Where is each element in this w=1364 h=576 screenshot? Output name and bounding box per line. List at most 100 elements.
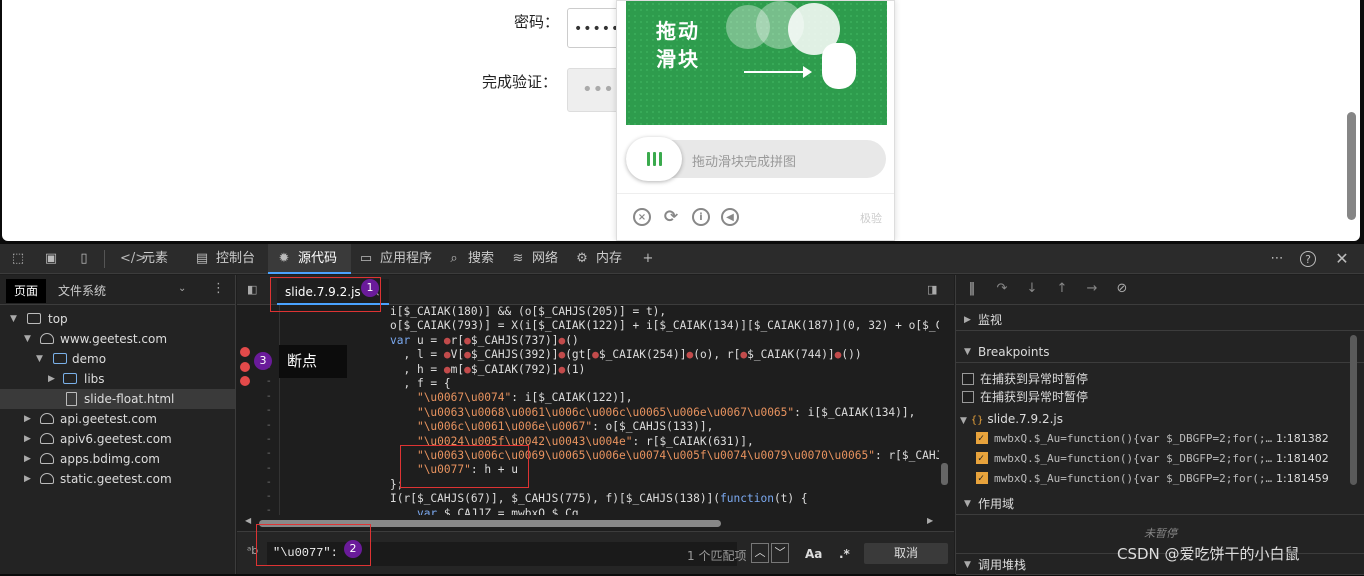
more-icon[interactable]: ⋮	[212, 281, 225, 296]
section-title: 调用堆栈	[978, 558, 1027, 572]
captcha-popup: 拖动 滑块 拖动滑块完成拼图 × ⟳ i ◀ 极验	[616, 0, 895, 241]
captcha-title: 拖动 滑块	[656, 17, 700, 73]
checkbox-label: 在捕获到异常时暂停	[980, 372, 1089, 386]
search-icon: ⌕	[450, 251, 458, 266]
inspect-icon[interactable]: ⬚	[10, 251, 26, 267]
breakpoint-marker[interactable]	[240, 347, 250, 357]
tab-network[interactable]: ≋ 网络	[508, 244, 564, 274]
tab-label: 内存	[596, 251, 623, 266]
annotation-box	[400, 445, 529, 488]
tab-elements[interactable]: </> 元素	[118, 244, 186, 274]
tab-page[interactable]: 页面	[6, 279, 47, 303]
panel-toggle-icon[interactable]: ▯	[76, 251, 92, 267]
help-icon[interactable]: ?	[1300, 251, 1316, 267]
breakpoint-label: 断点	[279, 345, 347, 378]
pause-icon[interactable]: ‖	[964, 281, 980, 297]
tree-item[interactable]: slide-float.html	[0, 389, 235, 409]
console-icon: ▤	[195, 251, 209, 266]
code-line: I(r[$_CAHJS(67)], $_CAHJS(775), f)[$_CAH…	[390, 492, 808, 506]
navigator-toggle-icon[interactable]: ◧	[247, 283, 257, 296]
device-icon[interactable]: ▣	[43, 251, 59, 267]
navigator-panel: 页面 文件系统 ⌄ ⋮ ▼ top ▼ www.geetest.com ▼ demo …	[0, 275, 236, 574]
tab-sources[interactable]: ✹ 源代码	[268, 244, 351, 274]
page-scrollbar[interactable]	[1347, 112, 1356, 220]
chevron-down-icon[interactable]: ⌄	[178, 283, 186, 294]
breakpoint-marker[interactable]	[240, 376, 250, 386]
code-line: "\u0067\u0074": i[$_CAIAK(122)],	[416, 391, 633, 405]
regex-button[interactable]: .*	[839, 547, 850, 561]
file-icon: {}	[970, 415, 984, 426]
slider-knob[interactable]	[626, 137, 682, 181]
match-case-button[interactable]: Aa	[805, 547, 822, 561]
section-breakpoints[interactable]: ▼ Breakpoints	[956, 341, 1364, 363]
password-label: 密码：	[514, 13, 560, 31]
annotation-badge: 3	[254, 352, 272, 370]
match-count: 1 个匹配项	[687, 549, 747, 563]
tree-item[interactable]: ▶ apps.bdimg.com	[0, 449, 235, 469]
code-line: , f = {	[390, 377, 451, 391]
cancel-button[interactable]: 取消	[864, 543, 948, 564]
devtools-toolbar: ⬚ ▣ ▯ </> 元素 ▤ 控制台 ✹ 源代码 ▭ 应用程序 ⌕ 搜索 ≋ 网络 ⚙ 内存 …	[0, 244, 1364, 274]
code-line: o[$_CAIAK(793)] = X(i[$_CAIAK(122)] + i[…	[390, 319, 939, 333]
slider-track[interactable]: 拖动滑块完成拼图	[626, 137, 886, 181]
code-line: , h = ●m[●$_CAIAK(792)]●(1)	[390, 362, 586, 376]
info-icon[interactable]: i	[692, 208, 710, 226]
breakpoint-item[interactable]: mwbxQ.$_Au=function(){var $_DBGFP=2;for(…	[976, 469, 1356, 489]
line-gutter[interactable]: - - - - - - - - - - - -	[237, 305, 277, 530]
tab-label: 应用程序	[380, 251, 433, 266]
more-icon[interactable]: ⋯	[1269, 251, 1285, 267]
tree-item[interactable]: ▶ apiv6.geetest.com	[0, 429, 235, 449]
close-icon[interactable]: ×	[633, 208, 651, 226]
hand-pointer-icon	[822, 43, 856, 89]
section-title: Breakpoints	[978, 345, 1050, 359]
pause-caught-checkbox[interactable]: 在捕获到异常时暂停	[962, 388, 1088, 406]
tab-label: 网络	[532, 251, 559, 266]
watermark: CSDN @爱吃饼干的小白鼠	[1117, 545, 1300, 563]
refresh-icon[interactable]: ⟳	[662, 207, 680, 227]
breakpoint-file[interactable]: ▼ {} slide.7.9.2.js	[960, 410, 1063, 428]
section-watch[interactable]: ▶ 监视	[956, 309, 1364, 331]
memory-icon: ⚙	[576, 251, 588, 266]
breakpoint-marker[interactable]	[240, 362, 250, 372]
tree-item[interactable]: ▼ top	[0, 309, 235, 329]
breakpoint-location: 1:181402	[1276, 452, 1329, 465]
code-icon: </>	[120, 251, 147, 266]
tab-filesystem[interactable]: 文件系统	[50, 279, 114, 303]
tab-label: 控制台	[216, 251, 256, 266]
tree-item[interactable]: ▶ static.geetest.com	[0, 469, 235, 489]
step-over-icon[interactable]: ↷	[994, 281, 1010, 297]
tab-label: 搜索	[468, 251, 495, 266]
close-icon[interactable]: ✕	[1334, 251, 1350, 267]
deactivate-breakpoints-icon[interactable]: ⊘	[1114, 281, 1130, 297]
tree-item[interactable]: ▼ www.geetest.com	[0, 329, 235, 349]
code-line: "\u0063\u0068\u0061\u006c\u006c\u0065\u0…	[416, 405, 916, 419]
tab-console[interactable]: ▤ 控制台	[192, 244, 264, 274]
breakpoint-code: mwbxQ.$_Au=function(){var $_DBGFP=2;for(…	[994, 452, 1273, 465]
code-line: i[$_CAIAK(180)] && (o[$_CAHJS(205)] = t)…	[390, 305, 667, 318]
tree-item[interactable]: ▼ demo	[0, 349, 235, 369]
section-scope[interactable]: ▼ 作用域	[956, 493, 1364, 515]
next-match-button[interactable]: ﹀	[771, 543, 789, 563]
breakpoint-file-name: slide.7.9.2.js	[987, 412, 1063, 426]
step-icon[interactable]: →	[1084, 281, 1100, 297]
breakpoint-item[interactable]: mwbxQ.$_Au=function(){var $_DBGFP=2;for(…	[976, 429, 1356, 449]
breakpoint-location: 1:181459	[1276, 472, 1329, 485]
tab-memory[interactable]: ⚙ 内存	[572, 244, 628, 274]
arrow-right-icon	[744, 66, 812, 78]
code-content[interactable]: i[$_CAIAK(180)] && (o[$_CAHJS(205)] = t)…	[279, 305, 939, 515]
editor-scrollbar[interactable]	[941, 463, 948, 485]
tab-search[interactable]: ⌕ 搜索	[444, 244, 500, 274]
pause-uncaught-checkbox[interactable]: 在捕获到异常时暂停	[962, 370, 1088, 388]
debugger-toggle-icon[interactable]: ◨	[927, 283, 937, 296]
prev-match-button[interactable]: ︿	[751, 543, 769, 563]
step-into-icon[interactable]: ↓	[1024, 281, 1040, 297]
tree-item[interactable]: ▶ api.geetest.com	[0, 409, 235, 429]
step-out-icon[interactable]: ↑	[1054, 281, 1070, 297]
breakpoint-item[interactable]: mwbxQ.$_Au=function(){var $_DBGFP=2;for(…	[976, 449, 1356, 469]
panel-scrollbar[interactable]	[1350, 335, 1357, 485]
tab-application[interactable]: ▭ 应用程序	[356, 244, 438, 274]
checkbox-label: 在捕获到异常时暂停	[980, 390, 1089, 404]
add-tab-icon[interactable]: +	[640, 251, 656, 267]
tree-item[interactable]: ▶ libs	[0, 369, 235, 389]
audio-icon[interactable]: ◀	[721, 208, 739, 226]
